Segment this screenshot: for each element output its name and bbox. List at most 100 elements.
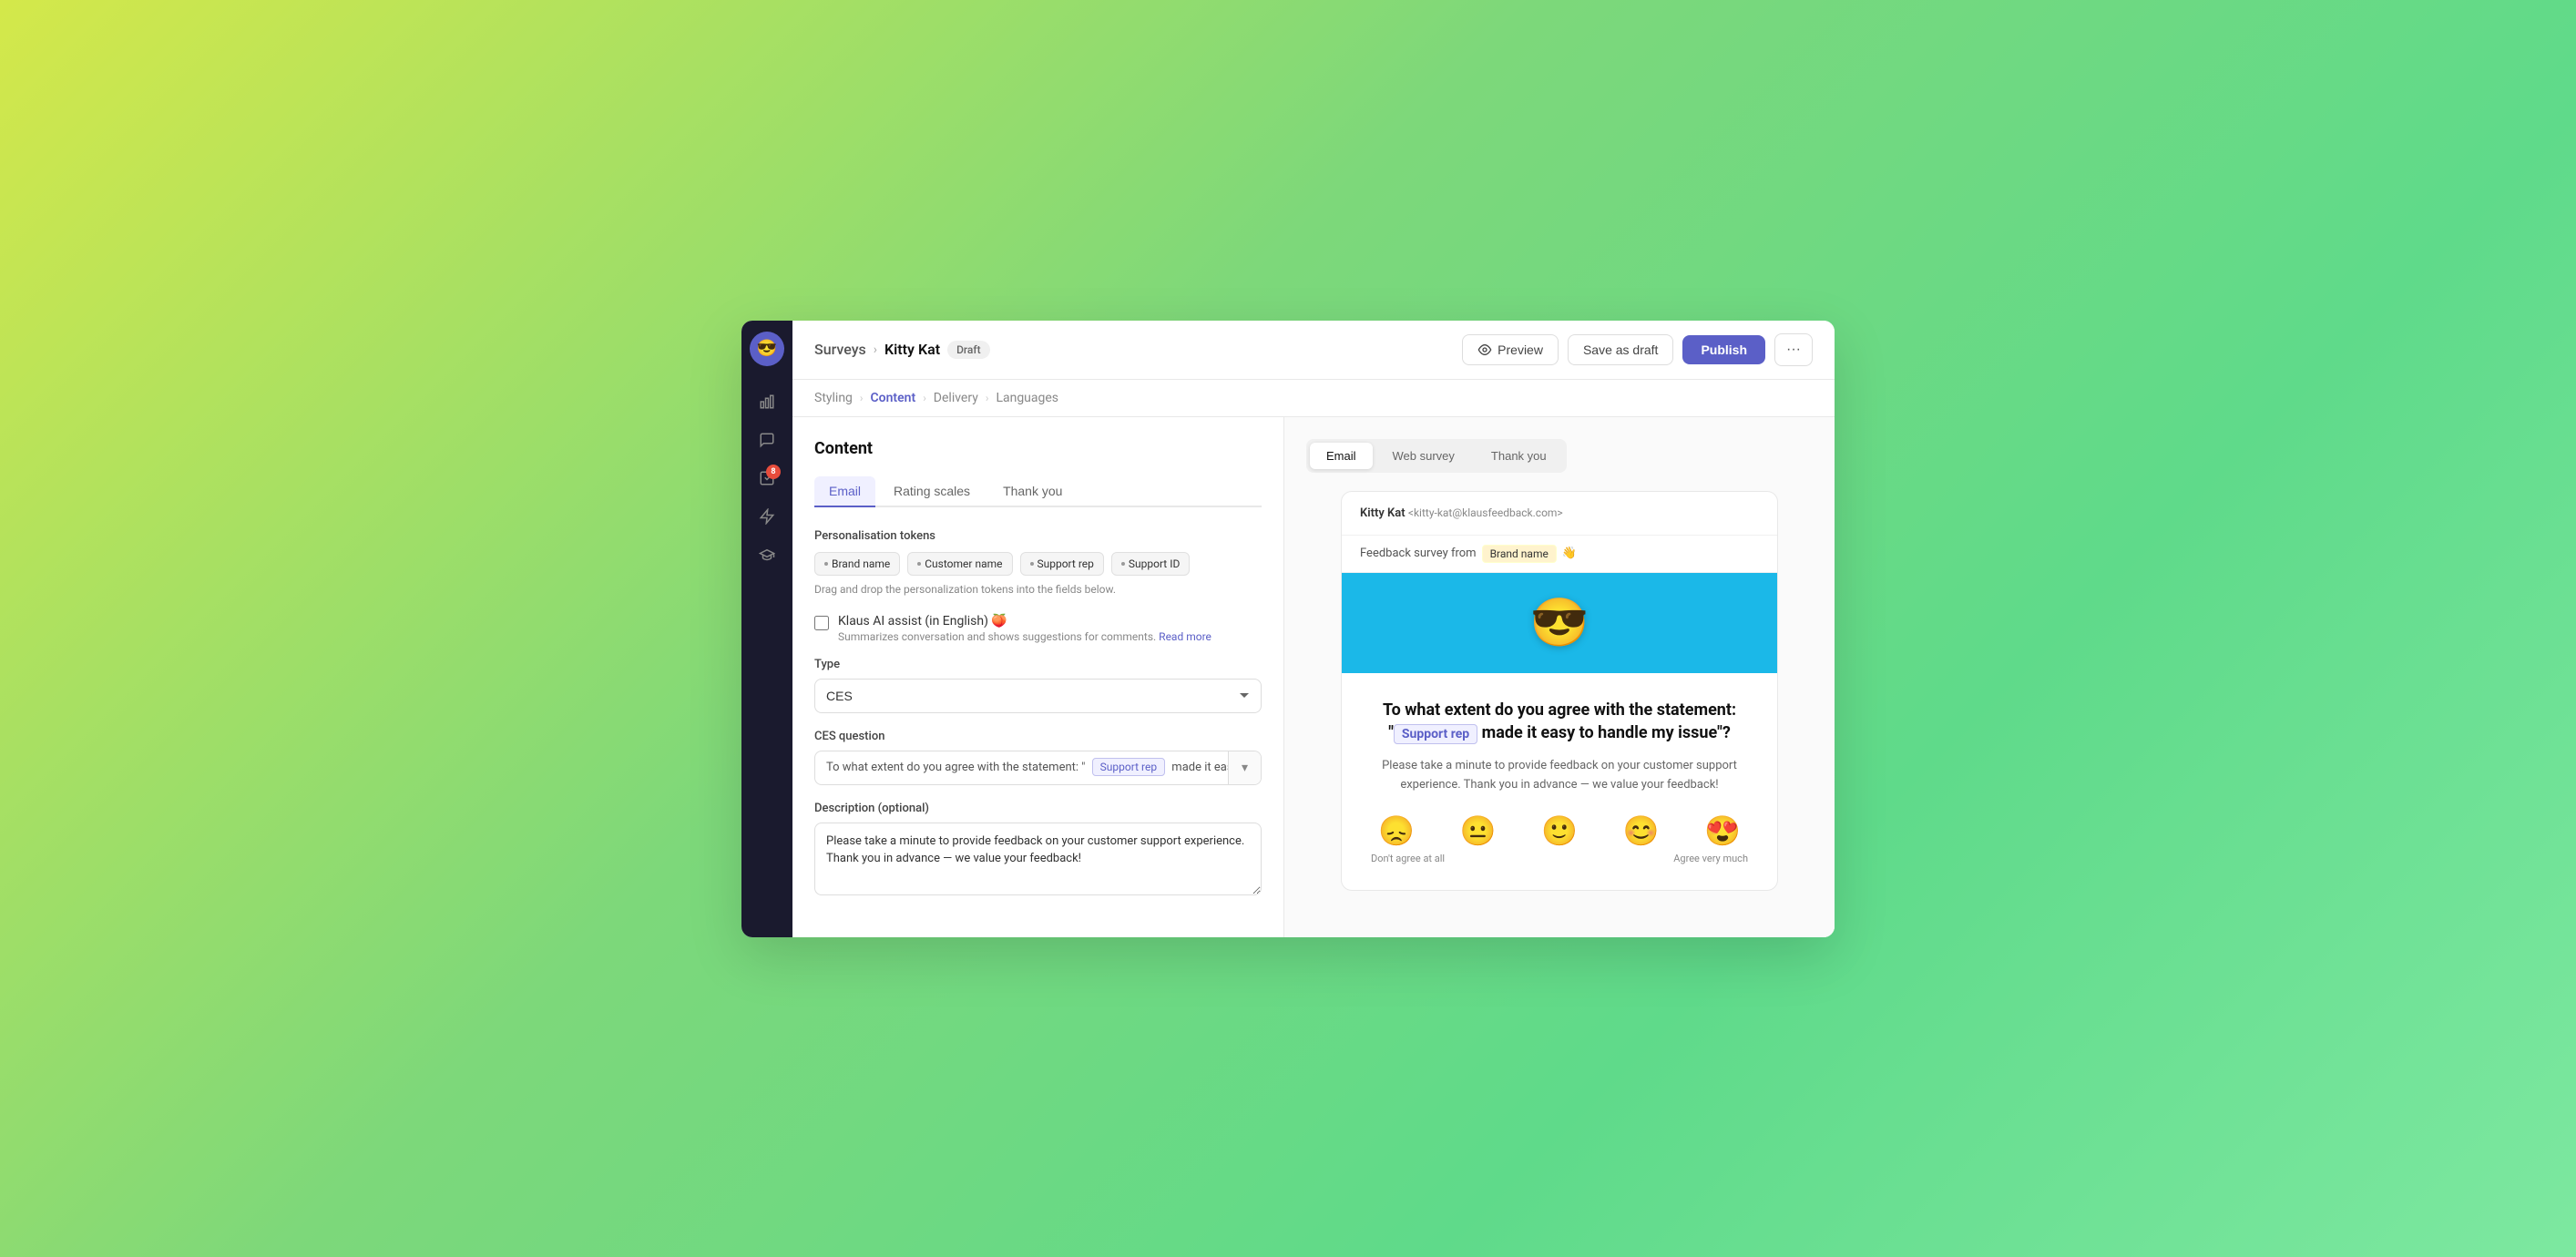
breadcrumb-sep-1: › xyxy=(874,342,877,357)
token-dot xyxy=(1030,562,1034,566)
personalisation-label: Personalisation tokens xyxy=(814,529,1262,543)
emoji-face-3: 🙂 xyxy=(1541,816,1578,845)
sidebar-item-chat[interactable] xyxy=(750,423,784,457)
email-description: Please take a minute to provide feedback… xyxy=(1371,757,1748,795)
token-brand-name[interactable]: Brand name xyxy=(814,552,900,576)
subject-emoji: 👋 xyxy=(1562,547,1577,560)
sidebar-item-tasks[interactable]: 8 xyxy=(750,461,784,496)
sub-tab-rating-scales[interactable]: Rating scales xyxy=(879,476,985,507)
breadcrumb-surveys[interactable]: Surveys xyxy=(814,341,866,358)
preview-tab-web-survey[interactable]: Web survey xyxy=(1376,443,1471,469)
ces-question-input[interactable]: To what extent do you agree with the sta… xyxy=(814,751,1262,785)
email-subject-row: Feedback survey from Brand name 👋 xyxy=(1342,536,1777,573)
left-panel: Content Email Rating scales Thank you Pe… xyxy=(792,417,1284,937)
step-languages[interactable]: Languages xyxy=(996,391,1058,405)
step-sep-2: › xyxy=(923,392,926,404)
token-label: Customer name xyxy=(925,557,1002,570)
email-from-name: Kitty Kat xyxy=(1360,506,1406,520)
cat-logo-icon: 😎 xyxy=(1530,595,1590,650)
breadcrumb: Surveys › Kitty Kat Draft xyxy=(814,341,1451,359)
more-options-button[interactable]: ··· xyxy=(1774,333,1813,366)
sub-tab-thank-you[interactable]: Thank you xyxy=(988,476,1077,507)
step-nav: Styling › Content › Delivery › Languages xyxy=(792,380,1835,417)
emoji-scale-labels: Don't agree at all Agree very much xyxy=(1371,853,1748,864)
ai-assist-label: Klaus AI assist (in English) 🍑 xyxy=(838,614,1211,628)
emoji-4[interactable]: 😊 xyxy=(1623,816,1660,845)
type-field-label: Type xyxy=(814,658,1262,671)
right-panel: Email Web survey Thank you Kitty Kat <ki… xyxy=(1284,417,1835,937)
email-from-row: Kitty Kat <kitty-kat@klausfeedback.com> xyxy=(1342,492,1777,536)
sidebar-logo[interactable]: 😎 xyxy=(750,332,784,366)
main-content: Surveys › Kitty Kat Draft Preview Save a… xyxy=(792,321,1835,937)
ces-question-field-group: CES question To what extent do you agree… xyxy=(814,730,1262,785)
step-delivery[interactable]: Delivery xyxy=(934,391,978,405)
token-support-rep[interactable]: Support rep xyxy=(1020,552,1104,576)
ces-question-arrow[interactable]: ▾ xyxy=(1228,751,1261,784)
token-label: Support ID xyxy=(1129,557,1180,570)
ces-question-label: CES question xyxy=(814,730,1262,743)
step-sep-1: › xyxy=(860,392,864,404)
token-label: Brand name xyxy=(832,557,890,570)
sidebar-item-learning[interactable] xyxy=(750,537,784,572)
type-field-group: Type CES CSAT NPS xyxy=(814,658,1262,713)
sub-tab-email[interactable]: Email xyxy=(814,476,875,507)
ai-assist-desc: Summarizes conversation and shows sugges… xyxy=(838,630,1211,643)
topbar-actions: Preview Save as draft Publish ··· xyxy=(1462,333,1813,366)
emoji-1[interactable]: 😞 xyxy=(1378,816,1415,845)
token-label: Support rep xyxy=(1038,557,1094,570)
subject-token: Brand name xyxy=(1482,545,1557,563)
email-from: Kitty Kat <kitty-kat@klausfeedback.com> xyxy=(1360,506,1759,520)
body-layout: Content Email Rating scales Thank you Pe… xyxy=(792,417,1835,937)
emoji-2[interactable]: 😐 xyxy=(1460,816,1497,845)
emoji-3[interactable]: 🙂 xyxy=(1541,816,1578,845)
emoji-face-1: 😞 xyxy=(1378,816,1415,845)
ces-token-support-rep: Support rep xyxy=(1092,758,1165,776)
question-token: Support rep xyxy=(1394,724,1477,744)
emoji-face-4: 😊 xyxy=(1623,816,1660,845)
sub-tabs: Email Rating scales Thank you xyxy=(814,476,1262,507)
step-content[interactable]: Content xyxy=(871,391,916,405)
step-sep-3: › xyxy=(986,392,989,404)
token-dot xyxy=(824,562,828,566)
preview-tab-email[interactable]: Email xyxy=(1310,443,1373,469)
token-support-id[interactable]: Support ID xyxy=(1111,552,1190,576)
ai-assist-text: Klaus AI assist (in English) 🍑 Summarize… xyxy=(838,614,1211,643)
description-textarea[interactable] xyxy=(814,823,1262,895)
token-customer-name[interactable]: Customer name xyxy=(907,552,1012,576)
emoji-face-2: 😐 xyxy=(1460,816,1497,845)
sidebar: 😎 8 xyxy=(741,321,792,937)
save-draft-button[interactable]: Save as draft xyxy=(1568,334,1674,365)
description-field-group: Description (optional) xyxy=(814,802,1262,899)
email-question: To what extent do you agree with the sta… xyxy=(1371,699,1748,744)
emoji-face-5: 😍 xyxy=(1704,816,1741,845)
status-badge: Draft xyxy=(947,341,990,359)
preview-button[interactable]: Preview xyxy=(1462,334,1559,365)
step-styling[interactable]: Styling xyxy=(814,391,853,405)
emoji-5[interactable]: 😍 xyxy=(1704,816,1741,845)
type-select[interactable]: CES CSAT NPS xyxy=(814,679,1262,713)
subject-prefix: Feedback survey from xyxy=(1360,547,1477,560)
sidebar-item-stats[interactable] xyxy=(750,384,784,419)
publish-button[interactable]: Publish xyxy=(1682,335,1765,364)
token-dot xyxy=(917,562,921,566)
personalisation-section: Personalisation tokens Brand name Custom… xyxy=(814,529,1262,596)
panel-title: Content xyxy=(814,439,1262,458)
ai-assist-read-more[interactable]: Read more xyxy=(1159,630,1211,643)
scale-right-label: Agree very much xyxy=(1673,853,1748,864)
app-container: 😎 8 xyxy=(741,321,1835,937)
ai-assist-section: Klaus AI assist (in English) 🍑 Summarize… xyxy=(814,614,1262,643)
emoji-scale: 😞 😐 🙂 😊 😍 xyxy=(1371,816,1748,845)
drag-hint: Drag and drop the personalization tokens… xyxy=(814,583,1262,596)
ces-question-text: To what extent do you agree with the sta… xyxy=(815,751,1228,783)
topbar: Surveys › Kitty Kat Draft Preview Save a… xyxy=(792,321,1835,380)
logo-icon: 😎 xyxy=(757,339,777,358)
preview-tab-thank-you[interactable]: Thank you xyxy=(1475,443,1563,469)
email-from-addr: <kitty-kat@klausfeedback.com> xyxy=(1408,506,1563,519)
ai-assist-checkbox[interactable] xyxy=(814,616,829,630)
tasks-badge: 8 xyxy=(766,465,781,479)
preview-tabs: Email Web survey Thank you xyxy=(1306,439,1567,473)
sidebar-item-automation[interactable] xyxy=(750,499,784,534)
token-dot xyxy=(1121,562,1125,566)
email-body: To what extent do you agree with the sta… xyxy=(1342,673,1777,891)
token-list: Brand name Customer name Support rep xyxy=(814,552,1262,576)
